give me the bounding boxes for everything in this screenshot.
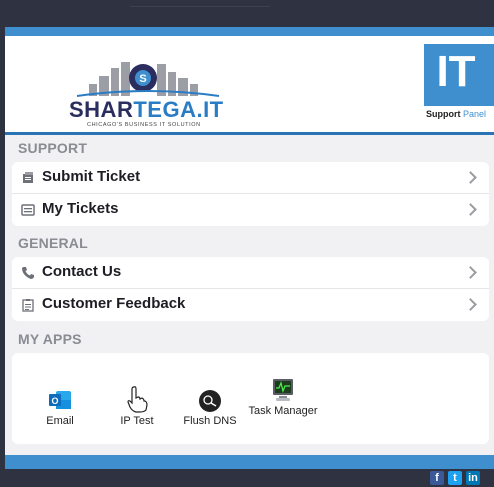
svg-text:O: O xyxy=(51,396,58,406)
footer-accent-strip xyxy=(5,455,494,469)
app-task-manager[interactable]: Task Manager xyxy=(248,379,318,443)
menu-item-my-tickets[interactable]: My Tickets xyxy=(12,194,489,225)
ticket-icon xyxy=(23,172,33,183)
support-panel: S SHARTEGA.IT CHICAGO'S BUSINESS IT SOLU… xyxy=(5,27,494,469)
app-email[interactable]: O Email xyxy=(25,383,95,443)
list-icon xyxy=(21,204,35,216)
skyline-icon: S xyxy=(76,62,220,97)
top-bar xyxy=(0,0,494,27)
general-card: Contact Us Customer Feedback xyxy=(12,257,489,321)
chevron-right-icon xyxy=(464,203,477,216)
facebook-icon[interactable]: f xyxy=(430,471,444,485)
logo-wordmark: SHARTEGA.IT xyxy=(69,97,224,122)
app-ip-test[interactable]: IP Test xyxy=(102,383,172,443)
menu-item-label: Contact Us xyxy=(42,263,122,280)
clipboard-icon xyxy=(22,299,34,312)
it-badge-text: IT xyxy=(436,47,476,96)
menu-item-contact-us[interactable]: Contact Us xyxy=(12,257,489,289)
section-title-support: SUPPORT xyxy=(18,140,88,156)
chevron-right-icon xyxy=(464,171,477,184)
chevron-right-icon xyxy=(464,298,477,311)
section-title-apps: MY APPS xyxy=(18,331,82,347)
dns-icon xyxy=(199,390,221,412)
chevron-right-icon xyxy=(464,266,477,279)
app-label: Task Manager xyxy=(248,405,318,417)
outlook-icon: O xyxy=(49,391,71,409)
support-card: Submit Ticket My Tickets xyxy=(12,162,489,226)
menu-item-submit-ticket[interactable]: Submit Ticket xyxy=(12,162,489,194)
phone-icon xyxy=(22,267,34,279)
apps-card: O Email IP Test Flush DNS Task Manager xyxy=(12,353,489,444)
app-flush-dns[interactable]: Flush DNS xyxy=(175,383,245,443)
menu-item-customer-feedback[interactable]: Customer Feedback xyxy=(12,289,489,320)
app-label: Email xyxy=(46,415,74,427)
menu-item-label: Submit Ticket xyxy=(42,168,141,185)
it-support-badge[interactable]: IT Support Panel xyxy=(424,44,494,123)
it-badge-label: Support Panel xyxy=(426,109,487,119)
app-label: Flush DNS xyxy=(183,415,237,427)
panel-header: S SHARTEGA.IT CHICAGO'S BUSINESS IT SOLU… xyxy=(5,36,494,135)
hand-pointer-icon xyxy=(127,386,148,413)
top-bar-divider xyxy=(130,0,270,7)
linkedin-icon[interactable]: in xyxy=(466,471,480,485)
logo-tagline: CHICAGO'S BUSINESS IT SOLUTION xyxy=(87,122,201,128)
app-label: IP Test xyxy=(120,415,154,427)
twitter-icon[interactable]: t xyxy=(448,471,462,485)
header-accent-strip xyxy=(5,27,494,36)
menu-item-label: My Tickets xyxy=(42,200,119,217)
footer-bar: f t in xyxy=(5,469,494,487)
menu-item-label: Customer Feedback xyxy=(42,295,186,312)
monitor-icon xyxy=(273,379,293,401)
section-title-general: GENERAL xyxy=(18,235,88,251)
svg-text:S: S xyxy=(139,73,146,85)
shartega-logo[interactable]: S SHARTEGA.IT CHICAGO'S BUSINESS IT SOLU… xyxy=(69,58,227,128)
